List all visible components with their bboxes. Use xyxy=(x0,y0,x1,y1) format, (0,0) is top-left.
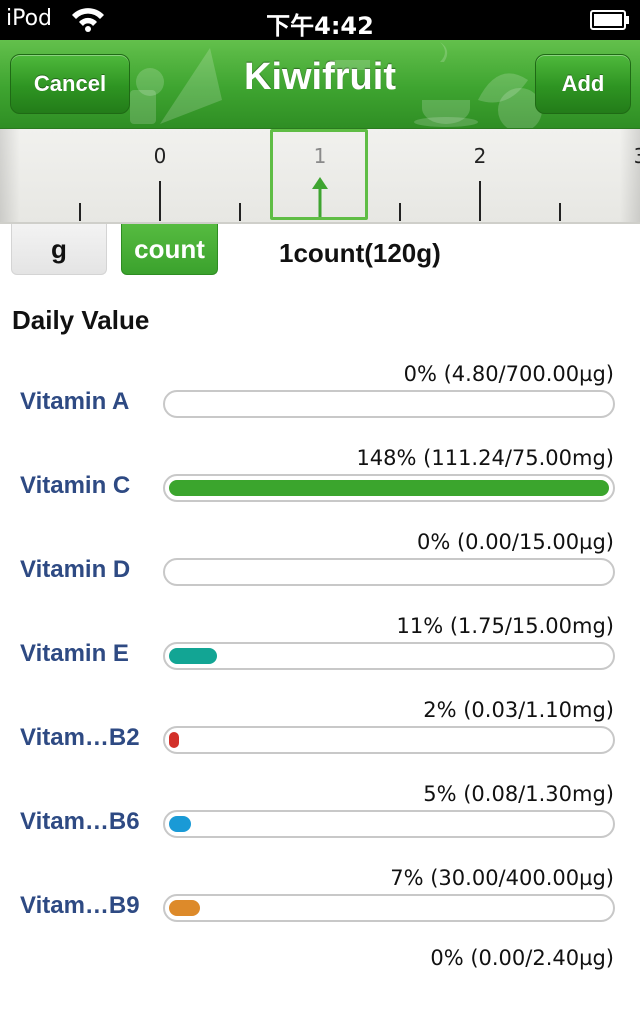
nutrient-progress-bar xyxy=(163,558,615,586)
nutrient-progress-fill xyxy=(169,816,191,832)
nutrient-name: Vitamin D xyxy=(20,556,131,583)
add-button[interactable]: Add xyxy=(535,54,631,114)
nutrient-value: 7% (30.00/400.00µg) xyxy=(390,866,614,890)
nutrient-row: 0% (0.00/2.40µg) xyxy=(0,946,640,1030)
nutrient-value: 0% (0.00/15.00µg) xyxy=(416,530,614,554)
nutrient-progress-fill xyxy=(169,732,179,748)
ruler-label-0: 0 xyxy=(153,144,167,168)
nutrient-name: Vitamin A xyxy=(20,388,130,415)
status-bar: iPod 下午4:42 xyxy=(0,0,640,40)
nutrient-name: Vitamin E xyxy=(20,640,129,667)
ruler-left-shade xyxy=(0,129,20,222)
nutrient-progress-fill xyxy=(169,648,217,664)
nutrient-row: 2% (0.03/1.10mg) Vitam…B2 xyxy=(0,698,640,782)
clock: 下午4:42 xyxy=(266,12,374,40)
nutrient-progress-bar xyxy=(163,726,615,754)
ruler-right-shade xyxy=(620,129,640,222)
nutrient-value: 148% (111.24/75.00mg) xyxy=(356,446,614,470)
nutrient-name: Vitam…B9 xyxy=(20,892,140,919)
nutrient-progress-bar xyxy=(163,642,615,670)
nutrient-row: 0% (4.80/700.00µg) Vitamin A xyxy=(0,362,640,446)
nutrient-value: 5% (0.08/1.30mg) xyxy=(423,782,614,806)
ruler-label-2: 2 xyxy=(473,144,487,168)
daily-value-heading: Daily Value xyxy=(12,305,150,335)
nutrient-value: 11% (1.75/15.00mg) xyxy=(396,614,614,638)
portion-label: 1count(120g) xyxy=(279,238,441,268)
page-title: Kiwifruit xyxy=(244,56,396,98)
nutrient-progress-bar xyxy=(163,474,615,502)
nutrient-progress-bar xyxy=(163,810,615,838)
nutrient-value: 0% (0.00/2.40µg) xyxy=(430,946,614,970)
ruler-selection-window xyxy=(270,129,368,220)
nutrient-name: Vitam…B2 xyxy=(20,724,140,751)
nutrient-row: 5% (0.08/1.30mg) Vitam…B6 xyxy=(0,782,640,866)
quantity-ruler[interactable]: 0 1 2 3 xyxy=(0,129,640,224)
nutrient-progress-fill xyxy=(169,900,200,916)
nutrient-value: 0% (4.80/700.00µg) xyxy=(403,362,614,386)
nutrient-progress-bar xyxy=(163,390,615,418)
nutrient-name: Vitam…B6 xyxy=(20,808,140,835)
nav-bar: Cancel Kiwifruit Add xyxy=(0,40,640,129)
nutrient-row: 0% (0.00/15.00µg) Vitamin D xyxy=(0,530,640,614)
nutrient-progress-bar xyxy=(163,894,615,922)
cancel-button[interactable]: Cancel xyxy=(10,54,130,114)
nutrient-name: Vitamin C xyxy=(20,472,131,499)
battery-icon xyxy=(590,10,629,30)
unit-count-button[interactable]: count xyxy=(121,224,218,275)
nutrient-value: 2% (0.03/1.10mg) xyxy=(423,698,614,722)
unit-g-button[interactable]: g xyxy=(11,224,107,275)
nutrient-progress-fill xyxy=(169,480,609,496)
nutrient-row: 148% (111.24/75.00mg) Vitamin C xyxy=(0,446,640,530)
nutrient-row: 7% (30.00/400.00µg) Vitam…B9 xyxy=(0,866,640,950)
nutrient-row: 11% (1.75/15.00mg) Vitamin E xyxy=(0,614,640,698)
